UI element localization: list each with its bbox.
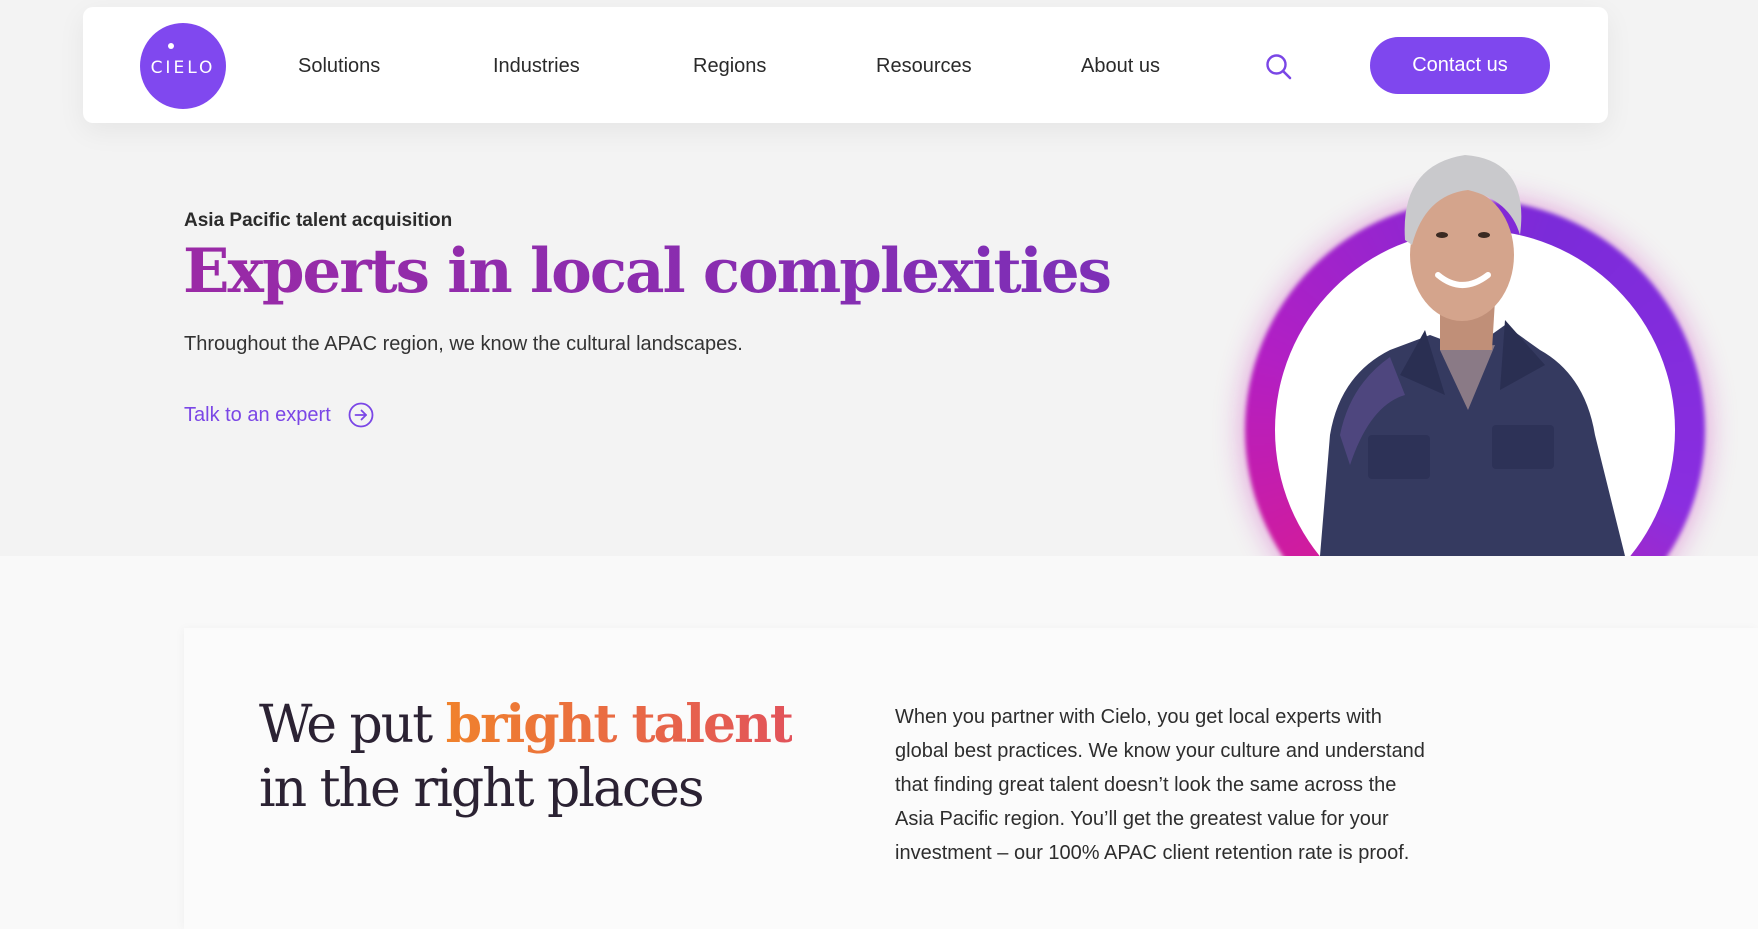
lower-section-body: When you partner with Cielo, you get loc…	[895, 706, 1425, 864]
hero-portrait	[1200, 135, 1758, 556]
contact-us-label: Contact us	[1412, 54, 1508, 76]
nav-item-resources[interactable]: Resources	[876, 55, 972, 78]
lower-title-accent: bright talent	[445, 694, 794, 755]
search-icon[interactable]	[1264, 52, 1294, 82]
nav-item-solutions[interactable]: Solutions	[298, 55, 380, 78]
arrow-right-circle-icon	[348, 402, 374, 428]
talk-to-expert-link[interactable]: Talk to an expert	[184, 402, 374, 428]
contact-us-button[interactable]: Contact us	[1370, 37, 1550, 94]
lower-title-suffix: in the right places	[259, 759, 705, 819]
nav-item-industries[interactable]: Industries	[493, 55, 580, 78]
lower-title-prefix: We put	[259, 695, 446, 755]
header-nav: CIELO Solutions Industries Regions Resou…	[83, 7, 1608, 123]
hero-subtitle: Throughout the APAC region, we know the …	[184, 333, 743, 355]
talk-to-expert-label: Talk to an expert	[184, 403, 331, 426]
logo-text: CIELO	[150, 58, 216, 78]
hero-eyebrow: Asia Pacific talent acquisition	[184, 210, 453, 231]
lower-section-title: We put bright talent in the right places	[259, 693, 794, 821]
hero-title: Experts in local complexities	[183, 236, 1112, 307]
person-photo	[1320, 155, 1625, 556]
cielo-logo[interactable]: CIELO	[140, 23, 226, 109]
logo-dot	[168, 43, 174, 49]
nav-item-regions[interactable]: Regions	[693, 55, 766, 78]
nav-item-about-us[interactable]: About us	[1081, 55, 1160, 78]
